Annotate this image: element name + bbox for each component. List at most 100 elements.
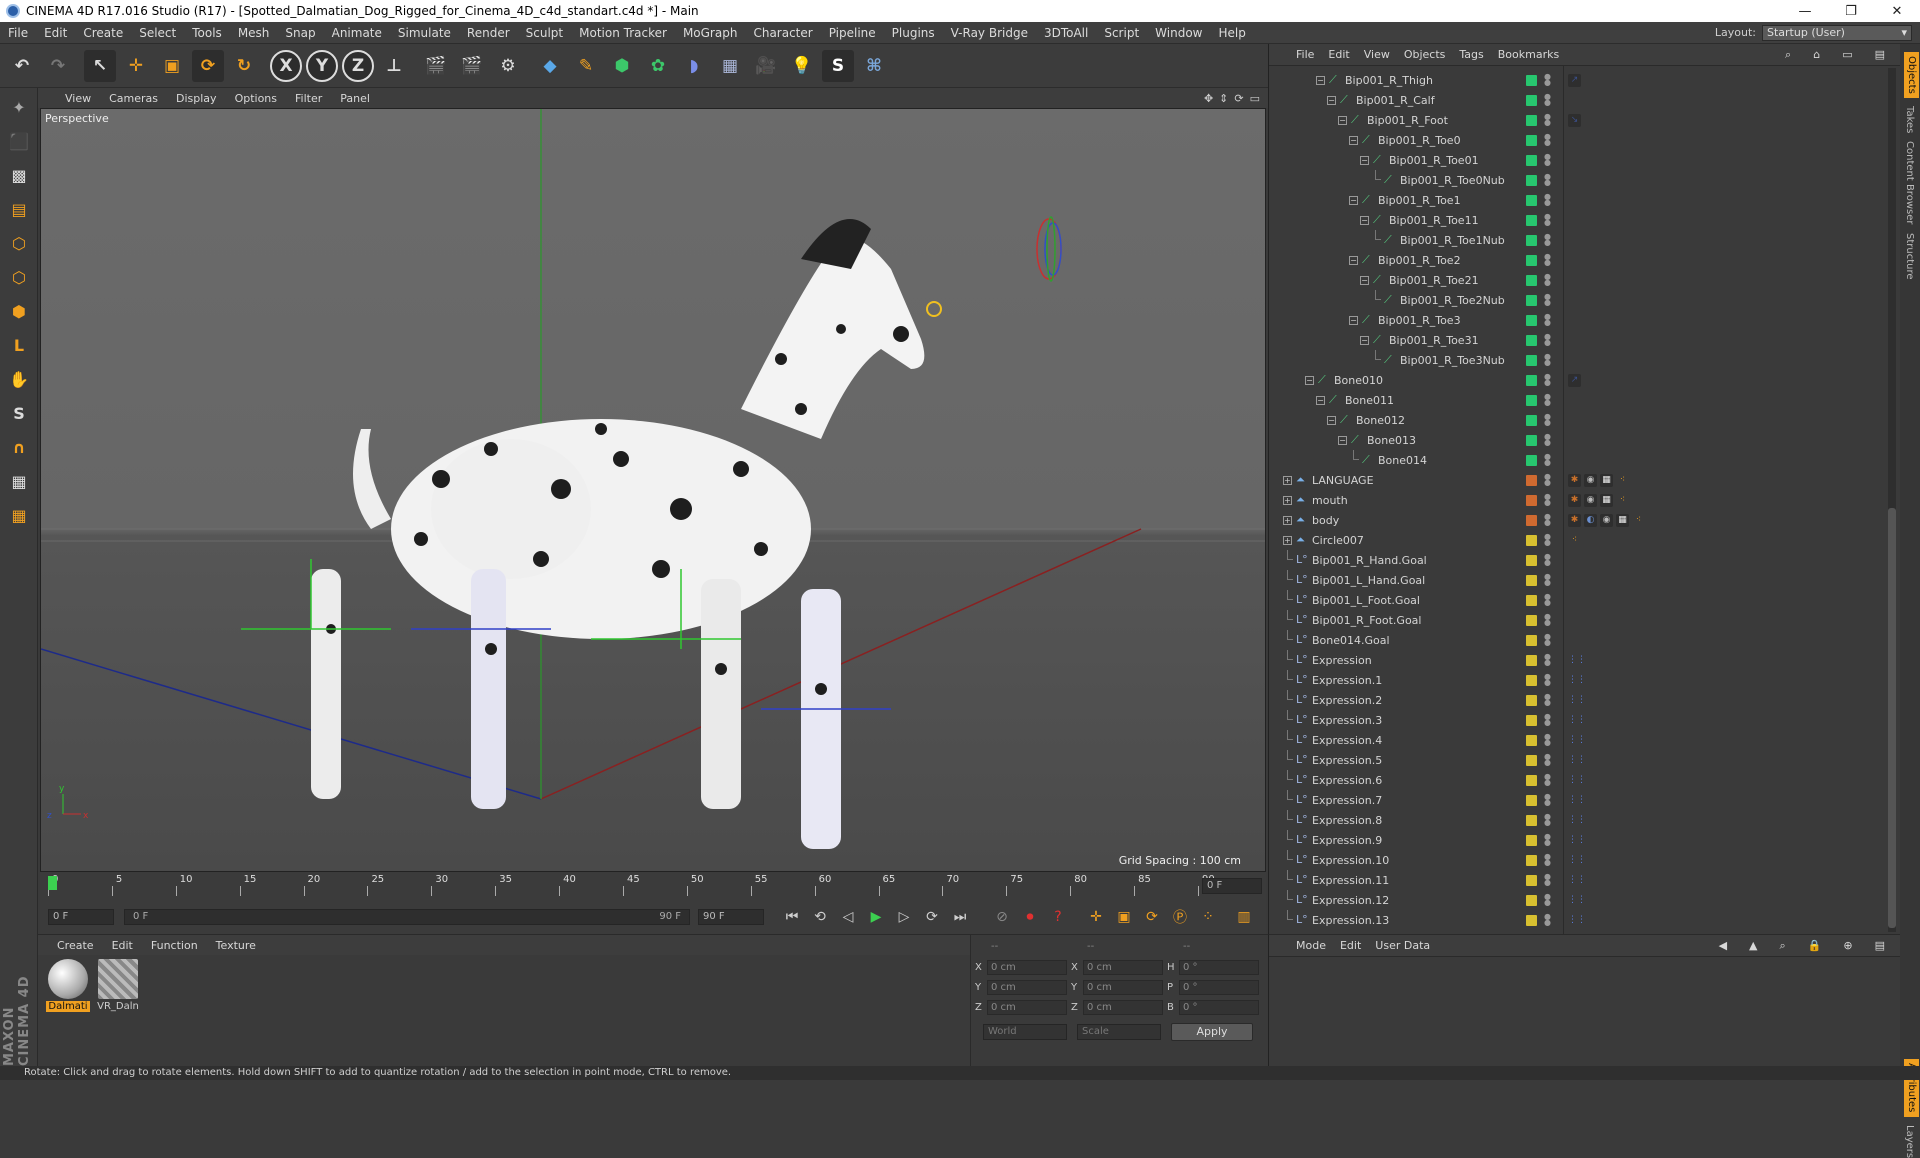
object-name[interactable]: Expression.5 bbox=[1312, 754, 1382, 767]
expand-toggle-icon[interactable]: + bbox=[1283, 515, 1292, 525]
object-name[interactable]: Bip001_R_Toe3Nub bbox=[1400, 354, 1505, 367]
object-name[interactable]: Expression.1 bbox=[1312, 674, 1382, 687]
visibility-dots-icon[interactable]: ● ● bbox=[1544, 353, 1551, 367]
xpresso-tag-icon[interactable]: ⋮⋮ bbox=[1568, 874, 1586, 887]
collapse-toggle-icon[interactable]: − bbox=[1360, 275, 1369, 285]
visibility-dots-icon[interactable]: ● ● bbox=[1544, 713, 1551, 727]
key-position-icon[interactable]: ✛ bbox=[1084, 905, 1108, 929]
layer-color-swatch[interactable] bbox=[1526, 874, 1537, 886]
object-row[interactable]: − ⟋ Bip001_R_Toe3 ● ● bbox=[1269, 310, 1889, 330]
visibility-dots-icon[interactable]: ● ● bbox=[1544, 373, 1551, 387]
menu-create[interactable]: Create bbox=[75, 26, 131, 40]
layer-color-swatch[interactable] bbox=[1526, 434, 1537, 446]
key-scale-icon[interactable]: ▣ bbox=[1112, 905, 1136, 929]
menu-character[interactable]: Character bbox=[745, 26, 820, 40]
object-name[interactable]: Bip001_R_Thigh bbox=[1345, 74, 1433, 87]
xpresso-tag-icon[interactable]: ⋮⋮ bbox=[1568, 834, 1586, 847]
menu-edit[interactable]: Edit bbox=[36, 26, 75, 40]
attributes-menu-edit[interactable]: Edit bbox=[1333, 939, 1368, 952]
perspective-viewport[interactable]: Perspective y x z Grid Spacing: 100 cm bbox=[40, 108, 1266, 872]
autokey-icon[interactable]: ⊘ bbox=[990, 905, 1014, 929]
menu-select[interactable]: Select bbox=[131, 26, 184, 40]
pen-spline-icon[interactable]: ✎ bbox=[570, 50, 602, 82]
attr-panel-menu-icon[interactable]: ▤ bbox=[1868, 939, 1892, 953]
visibility-dots-icon[interactable]: ● ● bbox=[1544, 693, 1551, 707]
object-name[interactable]: Expression.2 bbox=[1312, 694, 1382, 707]
panel-menu-icon[interactable]: ▤ bbox=[1868, 48, 1892, 62]
workplane-lock-icon[interactable]: ▦ bbox=[3, 466, 35, 496]
object-name[interactable]: Expression.11 bbox=[1312, 874, 1389, 887]
menu-tools[interactable]: Tools bbox=[184, 26, 230, 40]
coordinate-system-icon[interactable]: ⊥ bbox=[378, 50, 410, 82]
object-name[interactable]: Expression bbox=[1312, 654, 1372, 667]
object-row[interactable]: ⟋ Bip001_R_Toe3Nub ● ● bbox=[1269, 350, 1889, 370]
material-menu-create[interactable]: Create bbox=[48, 939, 103, 952]
menu-help[interactable]: Help bbox=[1210, 26, 1253, 40]
cloner-icon[interactable]: ✿ bbox=[642, 50, 674, 82]
layer-color-swatch[interactable] bbox=[1526, 494, 1537, 506]
menu-motion-tracker[interactable]: Motion Tracker bbox=[571, 26, 675, 40]
layer-color-swatch[interactable] bbox=[1526, 354, 1537, 366]
object-row[interactable]: − ⟋ Bip001_R_Thigh ● ● ↗ bbox=[1269, 70, 1889, 90]
viewport-rotate-icon[interactable]: ⟳ bbox=[1234, 92, 1243, 105]
collapse-toggle-icon[interactable]: − bbox=[1305, 375, 1314, 385]
object-row[interactable]: ⟋ Bip001_R_Toe0Nub ● ● bbox=[1269, 170, 1889, 190]
subdivision-surface-icon[interactable]: ⬢ bbox=[606, 50, 638, 82]
layer-color-swatch[interactable] bbox=[1526, 114, 1537, 126]
object-name[interactable]: Bone014 bbox=[1378, 454, 1427, 467]
material-swatch[interactable]: VR_Daln bbox=[96, 959, 140, 1017]
material-menu-function[interactable]: Function bbox=[142, 939, 207, 952]
x-axis-icon[interactable]: X bbox=[270, 49, 302, 82]
viewport-move-icon[interactable]: ✥ bbox=[1204, 92, 1213, 105]
visibility-dots-icon[interactable]: ● ● bbox=[1544, 913, 1551, 927]
object-name[interactable]: Bip001_R_Toe1 bbox=[1378, 194, 1461, 207]
collapse-toggle-icon[interactable]: − bbox=[1349, 255, 1358, 265]
collapse-toggle-icon[interactable]: − bbox=[1338, 115, 1347, 125]
object-row[interactable]: L° Expression.4 ● ● ⋮⋮ bbox=[1269, 730, 1889, 750]
visibility-dots-icon[interactable]: ● ● bbox=[1544, 733, 1551, 747]
menu-3dtoall[interactable]: 3DToAll bbox=[1036, 26, 1096, 40]
visibility-dots-icon[interactable]: ● ● bbox=[1544, 453, 1551, 467]
layer-color-swatch[interactable] bbox=[1526, 734, 1537, 746]
texture-mode-icon[interactable]: ▩ bbox=[3, 160, 35, 190]
make-editable-icon[interactable]: ✦ bbox=[3, 92, 35, 122]
visibility-dots-icon[interactable]: ● ● bbox=[1544, 173, 1551, 187]
viewport-menu-view[interactable]: View bbox=[56, 92, 100, 105]
layer-color-swatch[interactable] bbox=[1526, 154, 1537, 166]
viewport-menu-cameras[interactable]: Cameras bbox=[100, 92, 167, 105]
recent-tools-icon[interactable]: ↻ bbox=[228, 50, 260, 82]
layer-color-swatch[interactable] bbox=[1526, 294, 1537, 306]
render-settings-icon[interactable]: ⚙ bbox=[492, 50, 524, 82]
expand-toggle-icon[interactable]: + bbox=[1283, 535, 1292, 545]
vertex-map-tag-icon[interactable]: ⁖ bbox=[1616, 494, 1629, 507]
snap-icon[interactable]: ∩ bbox=[3, 432, 35, 462]
object-row[interactable]: L° Bip001_L_Hand.Goal ● ● bbox=[1269, 570, 1889, 590]
object-row[interactable]: + ⏶ LANGUAGE ● ● ✱ ◉ ▦ ⁖ bbox=[1269, 470, 1889, 490]
layer-color-swatch[interactable] bbox=[1526, 554, 1537, 566]
object-row[interactable]: ⟋ Bip001_R_Toe2Nub ● ● bbox=[1269, 290, 1889, 310]
vertex-map-tag-icon[interactable]: ⁖ bbox=[1616, 474, 1629, 487]
edges-mode-icon[interactable]: ⬡ bbox=[3, 262, 35, 292]
tweak-mode-icon[interactable]: ✋ bbox=[3, 364, 35, 394]
rotate-icon[interactable]: ⟳ bbox=[192, 49, 224, 82]
object-name[interactable]: Bip001_R_Foot.Goal bbox=[1312, 614, 1421, 627]
visibility-dots-icon[interactable]: ● ● bbox=[1544, 513, 1551, 527]
object-row[interactable]: L° Expression.11 ● ● ⋮⋮ bbox=[1269, 870, 1889, 890]
collapse-toggle-icon[interactable]: − bbox=[1349, 315, 1358, 325]
layer-color-swatch[interactable] bbox=[1526, 514, 1537, 526]
object-row[interactable]: L° Bip001_R_Hand.Goal ● ● bbox=[1269, 550, 1889, 570]
object-row[interactable]: − ⟋ Bip001_R_Calf ● ● bbox=[1269, 90, 1889, 110]
timeline-window-icon[interactable]: ▥ bbox=[1232, 905, 1256, 929]
viewport-layout-icon[interactable]: ▭ bbox=[1250, 92, 1260, 105]
object-menu-objects[interactable]: Objects bbox=[1397, 48, 1453, 61]
viewport-menu-panel[interactable]: Panel bbox=[331, 92, 379, 105]
coordinate-value-field[interactable]: 0 cm bbox=[1083, 959, 1163, 975]
viewport-menu-options[interactable]: Options bbox=[226, 92, 286, 105]
layer-color-swatch[interactable] bbox=[1526, 694, 1537, 706]
cube-icon[interactable]: ◆ bbox=[534, 50, 566, 82]
side-tab-takes[interactable]: Takes bbox=[1904, 106, 1915, 133]
lock-icon[interactable]: 🔒 bbox=[1801, 939, 1829, 953]
home-icon[interactable]: ⌂ bbox=[1806, 48, 1827, 62]
object-row[interactable]: ⟋ Bone014 ● ● bbox=[1269, 450, 1889, 470]
search-attributes-icon[interactable]: ⌕ bbox=[1773, 939, 1793, 953]
